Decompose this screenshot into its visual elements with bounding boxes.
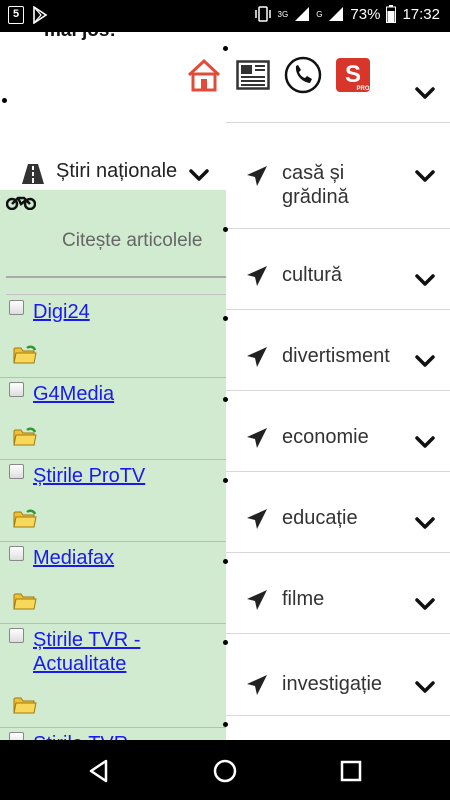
read-articles-text: Citește articolele (62, 230, 203, 251)
menu-item-label: filme (282, 588, 325, 610)
category-menu: casă și grădină cultură divertisment eco… (223, 32, 450, 740)
network-label-3g: 3G (277, 9, 289, 19)
menu-item[interactable]: economie (223, 391, 450, 472)
section-header[interactable]: Știri naționale (0, 152, 226, 190)
menu-item[interactable]: filme (223, 553, 450, 634)
menu-item-label: divertisment (282, 345, 390, 367)
list-bullet (2, 98, 7, 103)
menu-item[interactable]: educație (223, 472, 450, 553)
back-icon[interactable] (86, 758, 112, 784)
menu-item[interactable]: cultură (223, 227, 450, 310)
list-bullet (223, 722, 228, 727)
menu-item-label: economie (282, 426, 369, 448)
phone-icon[interactable] (284, 56, 322, 94)
paper-plane-icon (247, 266, 267, 286)
source-link[interactable]: Știrile ProTV (33, 464, 213, 488)
list-bullet (223, 397, 228, 402)
chevron-down-icon[interactable] (188, 168, 210, 182)
paper-plane-icon (247, 675, 267, 695)
folder-icon[interactable] (13, 694, 37, 714)
list-bullet (223, 227, 228, 232)
list-bullet (223, 640, 228, 645)
paper-plane-icon (247, 590, 267, 610)
source-link[interactable]: Știrile TVR (33, 732, 213, 740)
battery-icon (386, 5, 397, 23)
menu-item-label: investigație (282, 673, 383, 695)
network-label-g: G (316, 9, 323, 19)
source-item[interactable]: Știrile ProTV (0, 460, 226, 542)
clock: 17:32 (402, 5, 440, 23)
source-item[interactable]: G4Media (0, 378, 226, 460)
s-pro-icon[interactable]: S PRO (336, 58, 370, 92)
play-store-icon (33, 6, 48, 24)
header-icon-row: S PRO (186, 56, 370, 94)
svg-text:PRO: PRO (356, 86, 369, 92)
signal-icon (295, 7, 310, 21)
chevron-down-icon[interactable] (414, 354, 436, 368)
paper-plane-icon (247, 347, 267, 367)
paper-plane-icon (247, 428, 267, 448)
html5-icon: 5 (8, 6, 24, 24)
list-bullet (223, 559, 228, 564)
section-title: Știri naționale (56, 160, 178, 182)
source-item[interactable]: Știrile TVR (0, 728, 226, 740)
status-bar: 5 3G G 73% 17:32 (0, 0, 450, 32)
list-bullet (223, 316, 228, 321)
divider (6, 294, 226, 295)
navigation-bar (0, 740, 450, 800)
source-checkbox[interactable] (9, 382, 24, 397)
source-link[interactable]: Digi24 (33, 300, 213, 324)
folder-refresh-icon[interactable] (13, 426, 37, 446)
svg-text:S: S (345, 61, 361, 88)
folder-refresh-icon[interactable] (13, 344, 37, 364)
intro-text: mai jos: (44, 32, 116, 42)
paper-plane-icon (247, 166, 267, 186)
battery-percent: 73% (350, 5, 381, 23)
chevron-down-icon[interactable] (414, 86, 436, 100)
motorcycle-icon (6, 196, 36, 210)
folder-icon[interactable] (13, 590, 37, 610)
source-link[interactable]: G4Media (33, 382, 213, 406)
chevron-down-icon[interactable] (414, 680, 436, 694)
road-icon (22, 164, 44, 184)
divider (6, 276, 226, 278)
source-link[interactable]: Știrile TVR - Actualitate (33, 628, 213, 676)
source-checkbox[interactable] (9, 628, 24, 643)
source-checkbox[interactable] (9, 300, 24, 315)
chevron-down-icon[interactable] (414, 273, 436, 287)
chevron-down-icon[interactable] (414, 516, 436, 530)
folder-refresh-icon[interactable] (13, 508, 37, 528)
source-checkbox[interactable] (9, 546, 24, 561)
source-checkbox[interactable] (9, 732, 24, 740)
source-item[interactable]: Digi24 (0, 296, 226, 378)
menu-item[interactable]: investigație (223, 634, 450, 716)
menu-item-label: casă și grădină (282, 162, 349, 208)
menu-item[interactable]: casă și grădină (226, 123, 450, 229)
signal-icon-2 (329, 7, 344, 21)
paper-plane-icon (247, 509, 267, 529)
sources-panel: Citește articolele Digi24 G4Media Știril… (0, 190, 226, 740)
list-bullet (223, 46, 228, 51)
newspaper-icon[interactable] (236, 60, 270, 90)
vibrate-icon (254, 6, 271, 22)
source-item[interactable]: Știrile TVR - Actualitate (0, 624, 226, 728)
menu-item-label: educație (282, 507, 358, 529)
source-checkbox[interactable] (9, 464, 24, 479)
chevron-down-icon[interactable] (414, 597, 436, 611)
home-icon[interactable] (186, 58, 222, 92)
source-item[interactable]: Mediafax (0, 542, 226, 624)
source-link[interactable]: Mediafax (33, 546, 213, 570)
recents-icon[interactable] (338, 758, 364, 784)
menu-item-label: cultură (282, 264, 343, 286)
list-bullet (223, 478, 228, 483)
chevron-down-icon[interactable] (414, 169, 436, 183)
home-button-icon[interactable] (212, 758, 238, 784)
menu-item[interactable]: divertisment (223, 310, 450, 391)
menu-item[interactable] (223, 716, 450, 740)
chevron-down-icon[interactable] (414, 435, 436, 449)
